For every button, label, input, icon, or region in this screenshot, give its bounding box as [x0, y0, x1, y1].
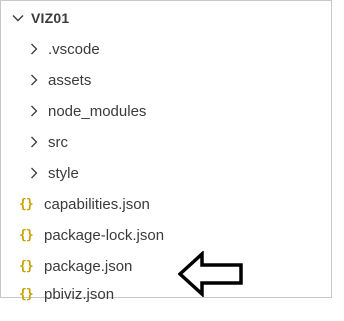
- file-explorer: VIZ01 .vscode assets node_modules src st…: [0, 0, 332, 303]
- chevron-right-icon[interactable]: [27, 73, 41, 87]
- file-pbiviz-json[interactable]: {} pbiviz.json: [1, 279, 114, 309]
- folder-label: style: [48, 164, 79, 182]
- json-file-icon: {}: [19, 258, 34, 274]
- folder-vscode[interactable]: .vscode: [1, 34, 100, 64]
- left-arrow-icon: [178, 251, 243, 297]
- folder-label: .vscode: [48, 40, 100, 58]
- json-file-icon: {}: [19, 286, 34, 302]
- file-label: package.json: [44, 257, 133, 275]
- chevron-right-icon[interactable]: [27, 104, 41, 118]
- file-label: pbiviz.json: [44, 285, 115, 303]
- json-file-icon: {}: [19, 227, 34, 243]
- folder-style[interactable]: style: [1, 158, 79, 188]
- file-label: capabilities.json: [44, 195, 150, 213]
- file-capabilities-json[interactable]: {} capabilities.json: [1, 189, 150, 219]
- json-file-icon: {}: [19, 196, 34, 212]
- folder-assets[interactable]: assets: [1, 65, 91, 95]
- folder-node-modules[interactable]: node_modules: [1, 96, 146, 126]
- root-folder-label: VIZ01: [31, 10, 70, 26]
- root-folder-viz01[interactable]: VIZ01: [1, 5, 69, 31]
- file-package-lock-json[interactable]: {} package-lock.json: [1, 220, 164, 250]
- folder-label: src: [48, 133, 68, 151]
- chevron-right-icon[interactable]: [27, 166, 41, 180]
- chevron-down-icon[interactable]: [11, 11, 25, 25]
- folder-label: node_modules: [48, 102, 147, 120]
- chevron-right-icon[interactable]: [27, 135, 41, 149]
- folder-src[interactable]: src: [1, 127, 68, 157]
- folder-label: assets: [48, 71, 92, 89]
- file-package-json[interactable]: {} package.json: [1, 251, 132, 281]
- chevron-right-icon[interactable]: [27, 42, 41, 56]
- file-label: package-lock.json: [44, 226, 165, 244]
